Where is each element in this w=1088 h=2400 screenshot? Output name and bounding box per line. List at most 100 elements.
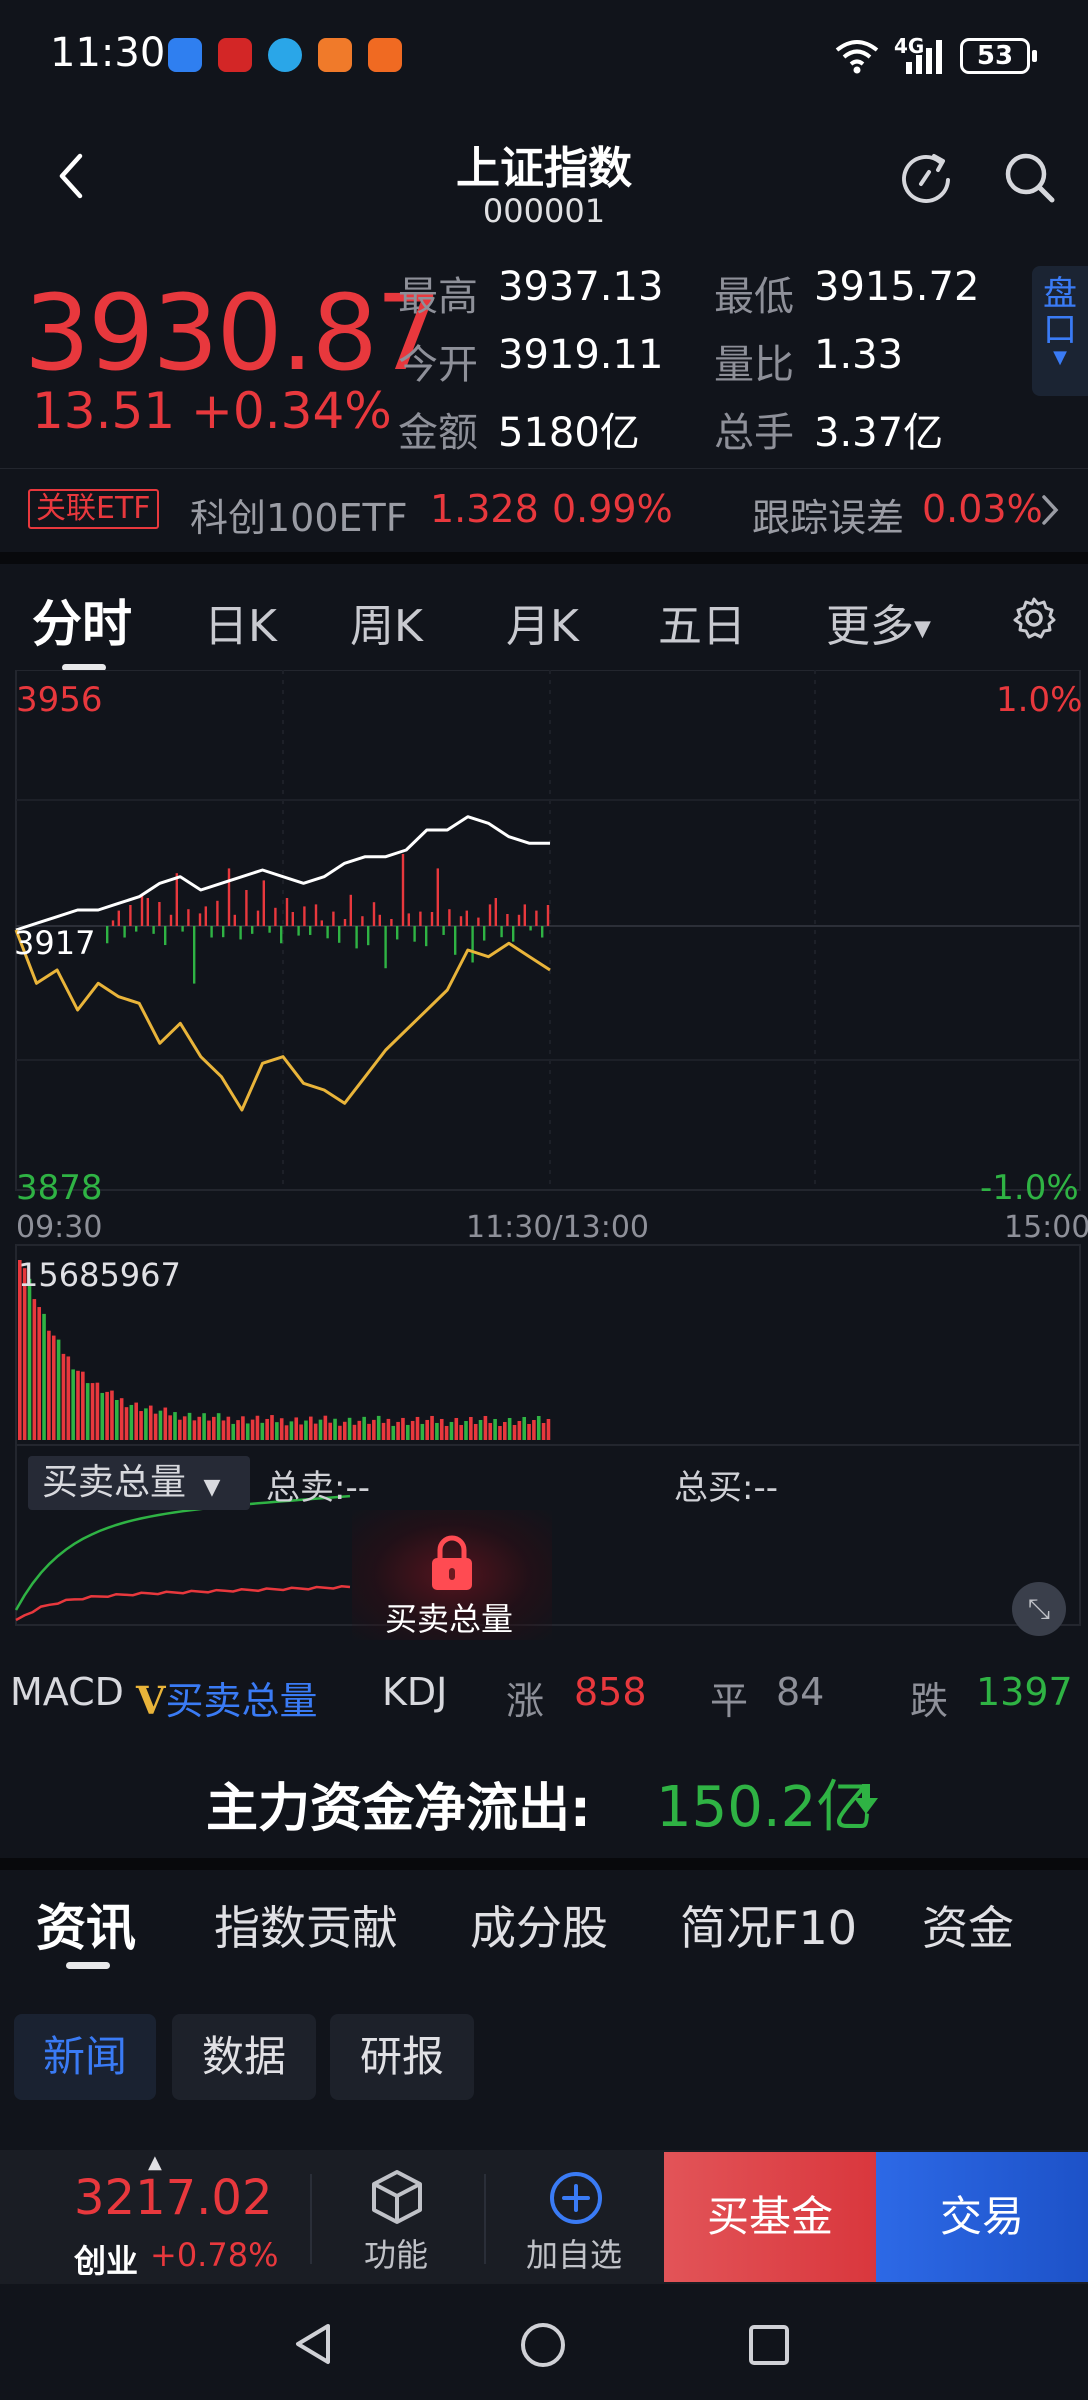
main-fund-flow[interactable]: 主力资金净流出: 150.2亿	[0, 1738, 1088, 1858]
volume-bar	[493, 1418, 497, 1440]
tab-funds[interactable]: 资金	[922, 1892, 1014, 1958]
volume-bar	[439, 1418, 444, 1440]
ticker-widget[interactable]: ▲ 3217.02 创业 +0.78%	[30, 2152, 300, 2282]
volume-bar	[47, 1330, 51, 1440]
tick-bar	[106, 926, 109, 944]
tick-bar	[140, 894, 144, 926]
nav-recents-icon[interactable]	[746, 2322, 792, 2368]
tick-bar	[158, 902, 161, 926]
tab-buy-sell-volume[interactable]: V买卖总量	[136, 1670, 318, 1725]
volume-bar	[115, 1399, 119, 1440]
volume-bar	[134, 1402, 138, 1440]
breadth-up-label: 涨	[506, 1679, 545, 1723]
chip-data[interactable]: 数据	[172, 2014, 316, 2100]
tick-bar	[251, 926, 254, 934]
volume-bar	[352, 1424, 357, 1440]
back-icon[interactable]	[52, 150, 92, 202]
volume-bar	[275, 1422, 279, 1440]
tab-daily-k[interactable]: 日K	[204, 590, 277, 654]
tab-kdj[interactable]: KDJ	[382, 1670, 447, 1714]
volume-bar	[192, 1420, 197, 1440]
volume-bar	[333, 1418, 337, 1440]
refresh-icon[interactable]	[896, 148, 956, 208]
nav-back-icon[interactable]	[290, 2320, 338, 2368]
nav-home-icon[interactable]	[518, 2320, 568, 2370]
related-etf-row[interactable]: 关联ETF 科创100ETF 1.328 0.99% 跟踪误差 0.03%	[0, 468, 1088, 548]
volume-bar	[386, 1418, 391, 1440]
total-buy: 总买:--	[674, 1468, 778, 1508]
battery-tip	[1032, 50, 1037, 62]
locked-indicator-overlay[interactable]: 买卖总量	[352, 1510, 552, 1640]
flow-label: 主力资金净流出:	[206, 1779, 591, 1839]
stat-low-label: 最低	[714, 274, 794, 320]
tick-bar	[227, 868, 231, 926]
stat-low-value: 3915.72	[814, 264, 980, 310]
volume-bar	[362, 1416, 366, 1440]
tab-buy-sell-volume-label: 买卖总量	[165, 1679, 318, 1723]
ticker-price: 3217.02	[74, 2170, 273, 2226]
volume-bar	[449, 1421, 454, 1440]
tick-bar	[523, 904, 526, 926]
arrow-down-icon	[854, 1784, 878, 1814]
volume-bar	[294, 1417, 299, 1440]
volume-bar	[100, 1392, 105, 1440]
stat-ratio-label: 量比	[714, 342, 794, 388]
chart-frame	[15, 670, 1081, 1191]
app-orange-icon	[318, 38, 352, 72]
add-watchlist-button[interactable]: 加自选	[504, 2160, 650, 2278]
expand-icon[interactable]: ⤡	[1012, 1582, 1066, 1636]
tab-index-contribution[interactable]: 指数贡献	[214, 1892, 398, 1958]
etf-price: 1.328	[430, 487, 539, 531]
volume-bar	[279, 1418, 284, 1440]
buy-fund-button[interactable]: 买基金	[664, 2152, 876, 2282]
caret-down-icon: ▼	[1053, 347, 1067, 368]
toolbar-divider	[484, 2174, 486, 2264]
pankou-label: 盘口	[1043, 274, 1077, 350]
tick-bar	[210, 926, 213, 938]
volume-bar	[435, 1422, 439, 1440]
volume-bar	[221, 1420, 226, 1440]
price-axis-mid: 3917	[14, 924, 96, 962]
tab-monthly-k[interactable]: 月K	[506, 590, 579, 654]
volume-bar	[51, 1335, 56, 1440]
time-axis-mid: 11:30/13:00	[466, 1210, 650, 1245]
breadth-up-count: 858	[574, 1670, 647, 1714]
settings-gear-icon[interactable]	[1010, 594, 1058, 642]
volume-bar	[425, 1419, 429, 1440]
ticker-name: 创业	[74, 2242, 139, 2280]
tab-weekly-k[interactable]: 周K	[350, 590, 423, 654]
volume-bar	[323, 1415, 328, 1440]
tab-macd[interactable]: MACD	[10, 1670, 124, 1714]
trade-button[interactable]: 交易	[876, 2152, 1088, 2282]
search-icon[interactable]	[1000, 148, 1060, 208]
volume-bar	[119, 1398, 124, 1440]
tick-bar	[349, 894, 352, 926]
volume-bar	[265, 1418, 269, 1440]
tick-bar	[500, 926, 503, 938]
tab-news-info[interactable]: 资讯	[36, 1888, 136, 1960]
tick-bar	[401, 854, 405, 926]
chip-research[interactable]: 研报	[330, 2014, 474, 2100]
tab-more[interactable]: 更多▼	[826, 590, 931, 654]
volume-bar	[56, 1339, 61, 1440]
tab-five-day[interactable]: 五日	[658, 590, 746, 654]
tracking-value: 0.03%	[922, 487, 1043, 531]
chip-news[interactable]: 新闻	[14, 2014, 156, 2100]
volume-bar	[212, 1416, 216, 1440]
function-button[interactable]: 功能	[330, 2160, 466, 2278]
tab-intraday[interactable]: 分时	[32, 584, 132, 656]
volume-bar	[148, 1405, 153, 1440]
tab-profile-f10[interactable]: 简况F10	[680, 1892, 857, 1958]
indicator-select[interactable]: 买卖总量 ▼	[28, 1456, 250, 1510]
tab-constituents[interactable]: 成分股	[470, 1892, 608, 1958]
pankou-button[interactable]: 盘口 ▼	[1032, 266, 1088, 396]
tick-bar	[367, 926, 370, 946]
tick-bar	[390, 919, 393, 926]
volume-bar	[357, 1420, 362, 1440]
tick-bar	[454, 926, 457, 955]
add-circle-icon	[550, 2172, 602, 2224]
volume-bar	[304, 1420, 308, 1440]
indicator-lines	[14, 1494, 351, 1622]
breadth-down-count: 1397	[976, 1670, 1073, 1714]
volume-bar	[503, 1421, 507, 1440]
